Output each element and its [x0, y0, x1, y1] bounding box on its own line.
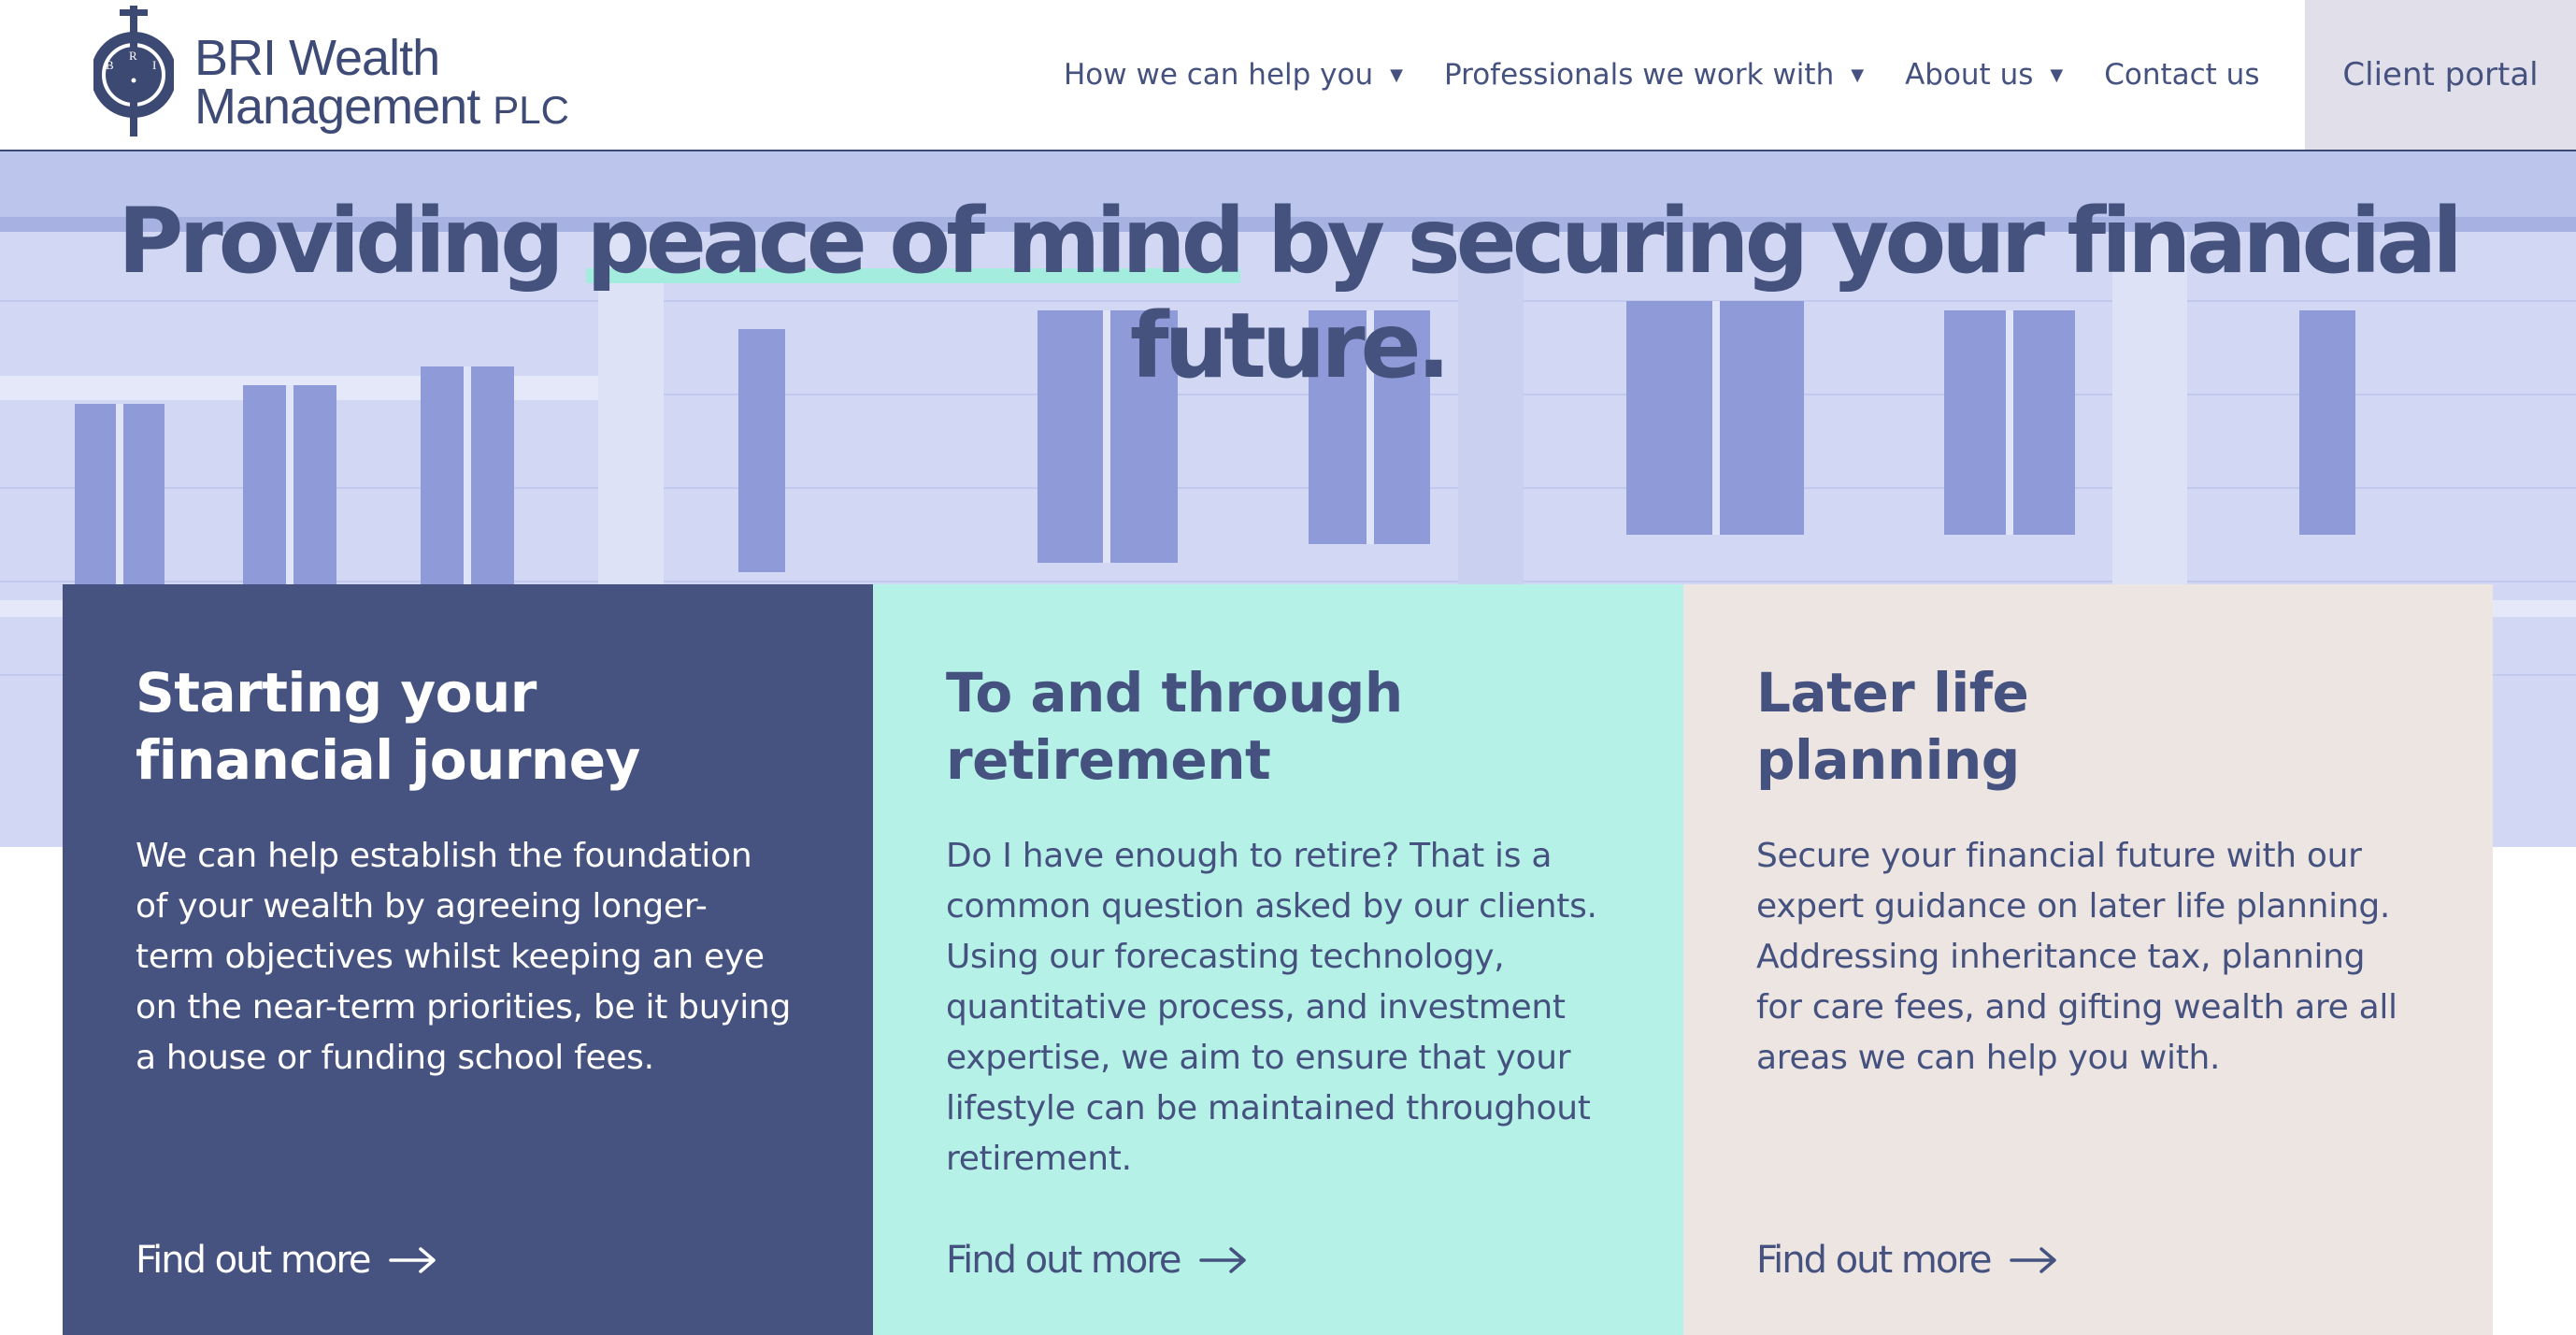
find-out-more-label: Find out more — [1756, 1239, 1993, 1282]
card-body: Secure your financial future with our ex… — [1756, 837, 2397, 1077]
find-out-more-link[interactable]: Find out more — [136, 1239, 437, 1282]
card-title-line-2: retirement — [946, 728, 1271, 792]
hero-title-line-2: future. — [1129, 294, 1451, 398]
card-title-line-2: financial journey — [136, 728, 640, 792]
logo-mark-letter-r: R — [129, 49, 137, 63]
nav-item-about-us[interactable]: About us ▼ — [1905, 58, 2063, 92]
logo-line-1: BRI Wealth — [194, 30, 440, 86]
nav-item-contact-us[interactable]: Contact us — [2104, 58, 2259, 92]
logo-wordmark: BRI Wealth Management PLC — [194, 30, 569, 135]
card-title-line-1: To and through — [946, 661, 1403, 725]
logo-suffix: PLC — [493, 88, 569, 132]
brand-logo[interactable]: B R I BRI Wealth Management PLC — [93, 2, 580, 142]
client-portal-button[interactable]: Client portal — [2305, 0, 2576, 150]
hero-title-before: Providing — [117, 189, 587, 294]
nav-item-professionals[interactable]: Professionals we work with ▼ — [1444, 58, 1864, 92]
nav-item-label: How we can help you — [1064, 58, 1374, 92]
logo-crest-icon: B R I — [93, 6, 174, 136]
card-title: To and through retirement — [946, 659, 1610, 794]
logo-mark-letter-b: B — [106, 58, 114, 72]
nav-item-label: Professionals we work with — [1443, 58, 1835, 92]
nav-item-label: Contact us — [2104, 58, 2260, 92]
arrow-right-icon — [388, 1247, 436, 1273]
logo-line-2: Management PLC — [194, 79, 569, 135]
find-out-more-link[interactable]: Find out more — [946, 1239, 1248, 1282]
site-header: B R I BRI Wealth Management PLC How we c… — [0, 0, 2576, 151]
card-title-line-2: planning — [1756, 728, 2020, 792]
find-out-more-label: Find out more — [946, 1239, 1182, 1282]
find-out-more-label: Find out more — [136, 1239, 372, 1282]
hero-title: Providing peace of mind by securing your… — [0, 189, 2576, 398]
logo-line-2-main: Management — [194, 79, 480, 135]
arrow-right-icon — [2009, 1247, 2056, 1273]
hero-title-highlight: peace of mind — [586, 189, 1245, 294]
card-body: Do I have enough to retire? That is a co… — [946, 837, 1597, 1178]
card-title: Starting your financial journey — [136, 659, 800, 794]
card-starting-journey: Starting your financial journey We can h… — [63, 584, 873, 1335]
card-title: Later life planning — [1756, 659, 2420, 794]
card-title-line-1: Later life — [1756, 661, 2029, 725]
caret-down-icon: ▼ — [2050, 65, 2064, 85]
hero-title-line-1: Providing peace of mind by securing your… — [0, 189, 2576, 294]
logo-mark-letter-i: I — [152, 58, 156, 72]
hero-title-after: by securing your financial — [1240, 189, 2463, 294]
nav-item-how-we-can-help[interactable]: How we can help you ▼ — [1064, 58, 1403, 92]
arrow-right-icon — [1198, 1247, 1246, 1273]
card-retirement: To and through retirement Do I have enou… — [873, 584, 1683, 1335]
main-nav: How we can help you ▼ Professionals we w… — [1064, 0, 2300, 150]
caret-down-icon: ▼ — [1851, 65, 1865, 85]
card-title-line-1: Starting your — [136, 661, 537, 725]
card-later-life: Later life planning Secure your financia… — [1683, 584, 2493, 1335]
find-out-more-link[interactable]: Find out more — [1756, 1239, 2058, 1282]
nav-item-label: About us — [1905, 58, 2034, 92]
caret-down-icon: ▼ — [1390, 65, 1403, 85]
card-body: We can help establish the foundation of … — [136, 837, 792, 1077]
